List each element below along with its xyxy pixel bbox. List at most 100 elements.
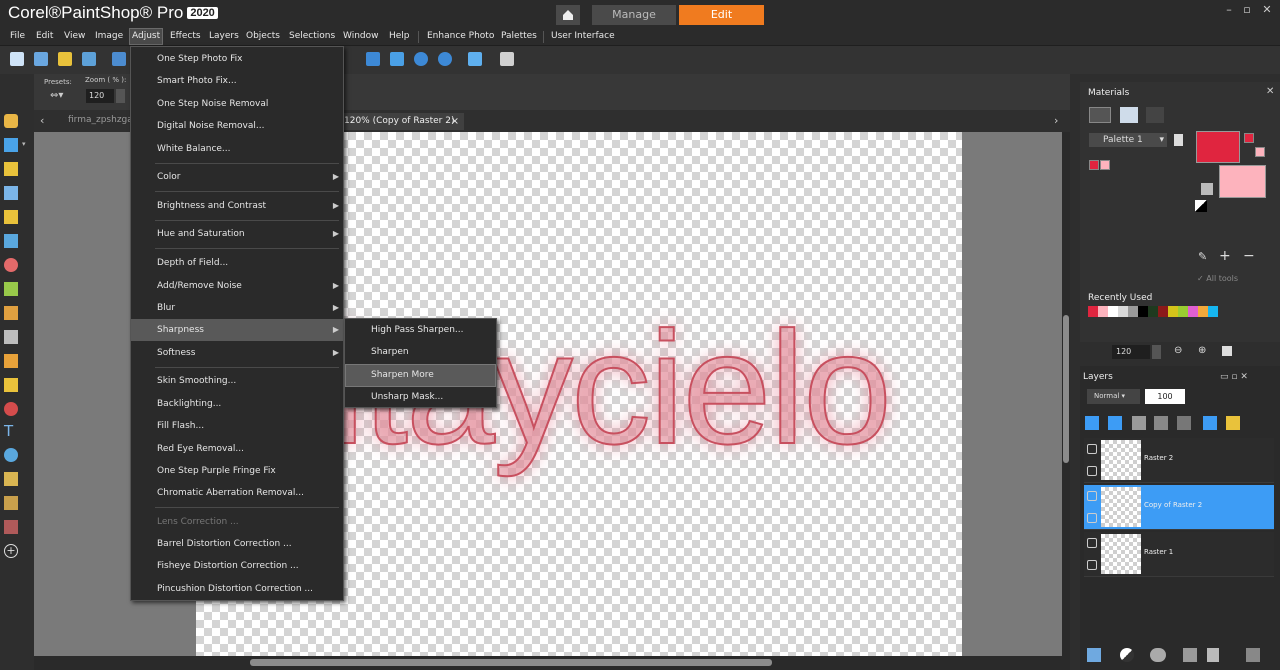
move-layer-down-icon[interactable] bbox=[1108, 416, 1122, 430]
chevron-right-icon[interactable]: › bbox=[1054, 114, 1058, 127]
menu-high-pass-sharpen[interactable]: High Pass Sharpen... bbox=[346, 320, 495, 341]
menu-white-balance[interactable]: White Balance... bbox=[131, 138, 343, 160]
background-color-swatch[interactable] bbox=[1219, 165, 1266, 198]
horizontal-scroll-thumb[interactable] bbox=[250, 659, 772, 666]
foreground-mini-swatch[interactable] bbox=[1089, 160, 1099, 170]
navigator-zoom-input[interactable]: 120 bbox=[1112, 345, 1150, 359]
eye-icon[interactable] bbox=[1087, 538, 1097, 548]
clone-tool-icon[interactable] bbox=[4, 282, 18, 296]
menu-file[interactable]: File bbox=[10, 31, 25, 41]
menu-purple-fringe-fix[interactable]: One Step Purple Fringe Fix bbox=[131, 460, 343, 482]
zoom-out-icon[interactable]: ⊖ bbox=[1174, 345, 1182, 356]
palette-menu-icon[interactable] bbox=[1174, 134, 1183, 146]
minimize-icon[interactable]: – bbox=[1222, 3, 1236, 17]
recent-color-swatch[interactable] bbox=[1188, 306, 1198, 317]
add-tool-icon[interactable]: + bbox=[4, 544, 18, 558]
text-tool-icon[interactable]: T bbox=[4, 424, 18, 439]
zoom-stepper[interactable] bbox=[116, 89, 125, 103]
document-tab[interactable]: firma_zpshzgav bbox=[68, 115, 138, 125]
close-icon[interactable]: × bbox=[451, 113, 459, 130]
tab-manage[interactable]: Manage bbox=[592, 5, 676, 25]
scan-icon[interactable] bbox=[82, 52, 96, 66]
zoom-in-icon[interactable] bbox=[438, 52, 452, 66]
adjustment-layer-icon[interactable] bbox=[1120, 648, 1134, 662]
restore-icon[interactable]: ▫ bbox=[1240, 3, 1254, 17]
recent-color-swatch[interactable] bbox=[1088, 306, 1098, 317]
new-layer-icon[interactable] bbox=[1087, 648, 1101, 662]
menu-enhance-photo[interactable]: Enhance Photo bbox=[427, 31, 494, 41]
background-mini-swatch[interactable] bbox=[1100, 160, 1110, 170]
fit-icon[interactable] bbox=[390, 52, 404, 66]
crop-tool-icon[interactable] bbox=[4, 210, 18, 224]
menu-add-remove-noise[interactable]: Add/Remove Noise ▶ bbox=[131, 275, 343, 297]
delete-layer-icon[interactable] bbox=[1207, 648, 1219, 662]
menu-user-interface[interactable]: User Interface bbox=[551, 31, 615, 41]
menu-image[interactable]: Image bbox=[95, 31, 123, 41]
menu-blur[interactable]: Blur ▶ bbox=[131, 297, 343, 319]
straighten-tool-icon[interactable] bbox=[4, 234, 18, 248]
blend-mode-select[interactable]: Normal ▾ bbox=[1087, 389, 1140, 404]
menu-smart-photo-fix[interactable]: Smart Photo Fix... bbox=[131, 70, 343, 92]
recent-color-swatch[interactable] bbox=[1168, 306, 1178, 317]
dropper-icon[interactable]: ✎ bbox=[1198, 250, 1207, 263]
opacity-input[interactable]: 100 bbox=[1145, 389, 1185, 404]
close-icon[interactable]: ✕ bbox=[1266, 86, 1274, 97]
presets-dropdown[interactable]: ⇔▾ bbox=[50, 90, 63, 101]
menu-barrel-distortion[interactable]: Barrel Distortion Correction ... bbox=[131, 533, 343, 555]
recent-color-swatch[interactable] bbox=[1178, 306, 1188, 317]
selection-tool-icon[interactable] bbox=[4, 162, 18, 176]
menu-skin-smoothing[interactable]: Skin Smoothing... bbox=[131, 370, 343, 392]
reset-colors-icon[interactable] bbox=[1195, 200, 1207, 212]
zoom-stepper[interactable] bbox=[1152, 345, 1161, 359]
chevron-down-icon[interactable]: ▾ bbox=[22, 140, 26, 148]
pan-tool-icon[interactable] bbox=[4, 114, 18, 128]
actual-size-icon[interactable] bbox=[468, 52, 482, 66]
recent-color-swatch[interactable] bbox=[1198, 306, 1208, 317]
menu-layers[interactable]: Layers bbox=[209, 31, 239, 41]
menu-digital-noise-removal[interactable]: Digital Noise Removal... bbox=[131, 115, 343, 137]
dropper-tool-icon[interactable] bbox=[4, 186, 18, 200]
layer-lock-icon[interactable] bbox=[1087, 466, 1097, 476]
fill-tool-icon[interactable] bbox=[4, 378, 18, 392]
fit-icon[interactable] bbox=[1222, 346, 1232, 356]
open-folder-icon[interactable] bbox=[58, 52, 72, 66]
chevron-left-icon[interactable]: ‹ bbox=[40, 114, 44, 127]
tab-edit[interactable]: Edit bbox=[679, 5, 764, 25]
menu-pincushion-distortion[interactable]: Pincushion Distortion Correction ... bbox=[131, 578, 343, 600]
layer-lock-icon[interactable] bbox=[1087, 513, 1097, 523]
recent-color-swatch[interactable] bbox=[1148, 306, 1158, 317]
remove-icon[interactable]: − bbox=[1243, 248, 1255, 264]
palette-select[interactable]: Palette 1 ▾ bbox=[1089, 133, 1167, 147]
group-layer-icon[interactable] bbox=[1183, 648, 1197, 662]
menu-sharpness[interactable]: Sharpness ▶ bbox=[131, 319, 343, 341]
lock-icon[interactable] bbox=[1226, 416, 1240, 430]
eye-icon[interactable] bbox=[1087, 491, 1097, 501]
swap-colors-icon[interactable] bbox=[1201, 183, 1213, 195]
add-icon[interactable]: + bbox=[1219, 248, 1231, 264]
close-icon[interactable]: ✕ bbox=[1260, 3, 1274, 17]
home-button[interactable] bbox=[556, 5, 580, 25]
menu-softness[interactable]: Softness ▶ bbox=[131, 342, 343, 364]
picture-tube-icon[interactable] bbox=[4, 402, 18, 416]
eye-icon[interactable] bbox=[1087, 444, 1097, 454]
recent-color-swatch[interactable] bbox=[1128, 306, 1138, 317]
move-tool-icon[interactable] bbox=[4, 138, 18, 152]
zoom-out-icon[interactable] bbox=[414, 52, 428, 66]
paint-brush-icon[interactable] bbox=[4, 306, 18, 320]
background-recent-swatch[interactable] bbox=[1255, 147, 1265, 157]
gradient-view-icon[interactable] bbox=[1120, 107, 1138, 123]
calendar-icon[interactable] bbox=[366, 52, 380, 66]
menu-help[interactable]: Help bbox=[389, 31, 410, 41]
recent-color-swatch[interactable] bbox=[1098, 306, 1108, 317]
all-tools-checkbox[interactable]: ✓ All tools bbox=[1197, 274, 1238, 283]
menu-sharpen-more[interactable]: Sharpen More bbox=[345, 364, 496, 387]
menu-view[interactable]: View bbox=[64, 31, 85, 41]
menu-effects[interactable]: Effects bbox=[170, 31, 201, 41]
menu-chromatic-aberration[interactable]: Chromatic Aberration Removal... bbox=[131, 482, 343, 504]
foreground-recent-swatch[interactable] bbox=[1244, 133, 1254, 143]
mask-layer-icon[interactable] bbox=[1150, 648, 1166, 662]
layer-lock-icon[interactable] bbox=[1087, 560, 1097, 570]
menu-backlighting[interactable]: Backlighting... bbox=[131, 393, 343, 415]
swatch-view-icon[interactable] bbox=[1089, 107, 1111, 123]
layer-row[interactable]: Raster 2 bbox=[1084, 438, 1274, 483]
